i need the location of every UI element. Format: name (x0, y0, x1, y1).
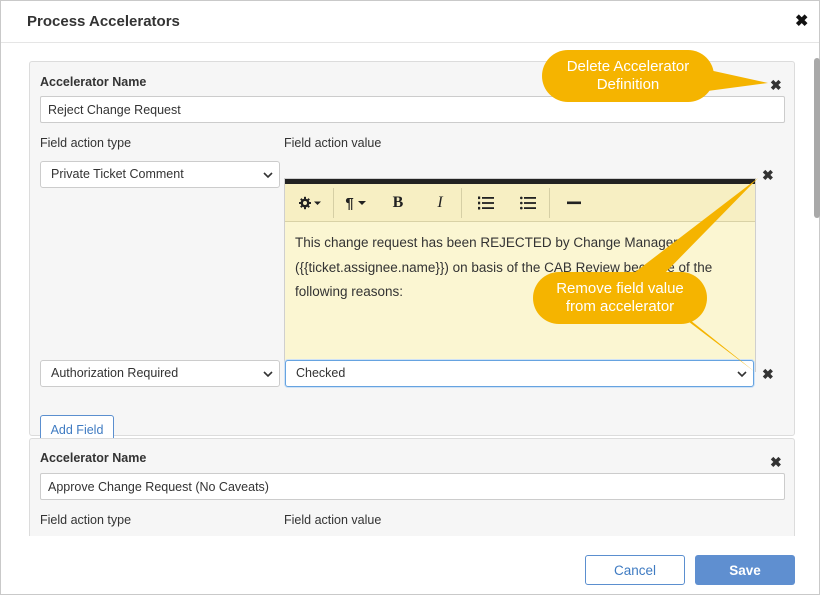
dialog-header: Process Accelerators ✖ (1, 1, 819, 43)
field-action-type-label: Field action type (40, 513, 132, 527)
field-action-value-label: Field action value (284, 136, 382, 150)
paragraph-glyph: ¶ (345, 194, 354, 212)
rich-text-editor[interactable]: ¶ B I This change request has been REJEC… (284, 178, 756, 372)
remove-field-icon[interactable]: ✖ (762, 168, 774, 182)
chevron-down-icon (263, 172, 273, 179)
toolbar-separator (333, 188, 334, 218)
chevron-down-icon (737, 371, 747, 378)
remove-field-callout-text: Remove field value from accelerator (556, 280, 684, 315)
horizontal-rule-icon[interactable] (555, 184, 593, 222)
select-value: Private Ticket Comment (51, 167, 184, 181)
toolbar-separator (461, 188, 462, 218)
accelerator-card: Accelerator Name ✖ Field action type Fie… (29, 438, 795, 536)
select-value: Checked (296, 366, 346, 380)
field-action-type-select[interactable]: Private Ticket Comment (40, 161, 280, 188)
remove-field-icon[interactable]: ✖ (762, 367, 774, 381)
editor-toolbar: ¶ B I (285, 184, 755, 222)
field-action-value-label: Field action value (284, 513, 382, 527)
accelerator-name-input[interactable] (40, 96, 785, 123)
field-action-type-select[interactable]: Authorization Required (40, 360, 280, 387)
paragraph-icon[interactable]: ¶ (337, 184, 375, 222)
scroll-thumb[interactable] (814, 58, 820, 218)
ordered-list-icon[interactable] (467, 184, 505, 222)
dialog-title: Process Accelerators (27, 13, 180, 30)
gear-icon[interactable] (289, 184, 331, 222)
field-action-value-select[interactable]: Checked (285, 360, 754, 387)
delete-accelerator-callout-text: Delete Accelerator Definition (566, 58, 690, 93)
italic-icon[interactable]: I (421, 184, 459, 222)
delete-accelerator-icon[interactable]: ✖ (770, 455, 782, 469)
save-button[interactable]: Save (695, 555, 795, 585)
field-action-type-label: Field action type (40, 136, 132, 150)
bullet-list-icon[interactable] (509, 184, 547, 222)
bold-icon[interactable]: B (379, 184, 417, 222)
accelerator-name-input[interactable] (40, 473, 785, 500)
delete-accelerator-icon[interactable]: ✖ (770, 78, 782, 92)
scrollbar[interactable] (814, 44, 820, 536)
chevron-down-icon (263, 371, 273, 378)
dialog-footer: Cancel Save (1, 536, 819, 594)
accelerator-name-label: Accelerator Name (40, 451, 147, 465)
cancel-button[interactable]: Cancel (585, 555, 685, 585)
accelerator-name-label: Accelerator Name (40, 75, 147, 89)
select-value: Authorization Required (51, 366, 179, 380)
close-icon[interactable]: ✖ (795, 11, 808, 31)
accelerator-card: Accelerator Name ✖ Field action type Fie… (29, 61, 795, 445)
toolbar-separator (549, 188, 550, 218)
